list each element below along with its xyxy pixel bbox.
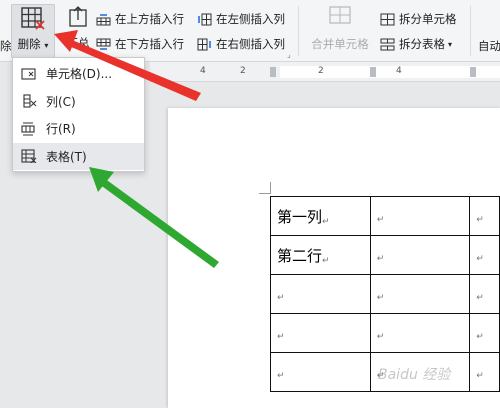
table-cell[interactable]: 第一列↵	[270, 196, 371, 236]
insert-column-left-button[interactable]: 在左侧插入列	[197, 11, 285, 27]
page-margin-corner	[259, 182, 271, 194]
menu-item-label: 单元格(D)...	[46, 67, 113, 82]
insert-row-below-icon	[96, 38, 111, 50]
table-cell[interactable]: ↵	[369, 313, 471, 353]
table-cell[interactable]: ↵	[369, 196, 471, 236]
ruler-tick: 2	[318, 66, 324, 76]
insert-column-right-icon	[197, 38, 211, 50]
delete-button[interactable]: 删除 ▾	[11, 4, 55, 58]
paragraph-mark: ↵	[476, 371, 484, 381]
paragraph-mark: ↵	[476, 254, 484, 264]
table-cell[interactable]: ↵	[369, 274, 471, 314]
split-cells-label: 拆分单元格	[399, 12, 457, 26]
insert-row-above-icon	[96, 13, 111, 25]
paragraph-mark: ↵	[322, 255, 330, 266]
menu-item-delete-cell[interactable]: 单元格(D)...	[13, 60, 144, 88]
horizontal-ruler[interactable]: 4 2 2 4	[150, 62, 500, 82]
ruler-indent-marker[interactable]	[270, 67, 276, 77]
ruler-column-marker[interactable]	[370, 67, 376, 77]
delete-cell-icon	[21, 68, 36, 80]
split-cells-button[interactable]: 拆分单元格	[380, 11, 457, 27]
table-cell[interactable]: ↵	[469, 313, 500, 353]
table-cell[interactable]: ↵	[469, 196, 500, 236]
table-row: ↵ ↵ ↵	[270, 313, 500, 353]
split-table-button[interactable]: 拆分表格 ▾	[380, 36, 452, 52]
table-cell[interactable]: ↵	[270, 274, 371, 314]
table-cell[interactable]: ↵	[469, 235, 500, 275]
paragraph-mark: ↵	[376, 254, 385, 264]
ruler-tick: 4	[200, 66, 206, 76]
merge-cells-button[interactable]: 合并单元格	[308, 4, 372, 58]
table-row: ↵ ↵ ↵	[270, 274, 500, 314]
group-expand-icon[interactable]: ⌟	[287, 50, 291, 59]
menu-item-delete-row[interactable]: 行(R)	[13, 115, 144, 143]
paragraph-mark: ↵	[277, 293, 285, 303]
paragraph-mark: ↵	[376, 332, 385, 342]
table-cell[interactable]: ↵	[270, 352, 371, 392]
ruler-tick: 2	[240, 66, 246, 76]
split-cells-icon	[380, 13, 395, 25]
ruler-column-marker[interactable]	[470, 67, 476, 77]
insert-column-left-icon	[198, 13, 212, 25]
chevron-down-icon: ▾	[44, 41, 49, 50]
ribbon-separator	[470, 6, 471, 56]
ribbon-toolbar: 除 删除 ▾ 汇总 在上方插入行 在下方插入行 在左侧插入列 在右侧插入列 ⌟ …	[0, 0, 500, 62]
menu-item-delete-column[interactable]: 列(C)	[13, 88, 144, 116]
delete-table-icon	[21, 7, 45, 30]
delete-dropdown-menu: 单元格(D)... 列(C) 行(R) 表格(T)	[12, 57, 145, 172]
watermark: Baidu 经验	[378, 367, 451, 383]
split-table-label: 拆分表格	[399, 37, 445, 51]
menu-item-delete-table[interactable]: 表格(T)	[13, 142, 144, 170]
menu-item-label: 行(R)	[46, 122, 76, 137]
delete-row-icon	[21, 122, 35, 136]
table-cell[interactable]: 第二行↵	[270, 235, 371, 275]
insert-column-right-label: 在右侧插入列	[216, 37, 285, 51]
summary-label: 汇总	[66, 36, 90, 50]
paragraph-mark: ↵	[476, 332, 484, 342]
insert-row-above-label: 在上方插入行	[115, 12, 184, 26]
table-cell[interactable]: ↵	[270, 313, 371, 353]
chevron-down-icon: ▾	[448, 39, 453, 49]
ruler-text-area	[280, 66, 500, 78]
document-table[interactable]: 第一列↵ ↵ ↵ 第二行↵ ↵ ↵ ↵ ↵ ↵ ↵ ↵ ↵ ↵ ↵ ↵	[270, 196, 500, 392]
table-cell[interactable]: ↵	[469, 352, 500, 392]
menu-item-label: 列(C)	[46, 94, 76, 109]
merge-cells-icon	[329, 6, 351, 24]
ruler-tick: 4	[396, 66, 402, 76]
paragraph-mark: ↵	[277, 371, 285, 381]
delete-label: 删除	[17, 37, 41, 51]
paragraph-mark: ↵	[322, 216, 330, 227]
paragraph-mark: ↵	[376, 293, 385, 303]
paragraph-mark: ↵	[376, 215, 385, 225]
insert-row-below-label: 在下方插入行	[115, 37, 184, 51]
insert-row-above-button[interactable]: 在上方插入行	[96, 11, 184, 27]
menu-item-label: 表格(T)	[46, 149, 87, 164]
table-row: 第一列↵ ↵ ↵	[270, 196, 500, 236]
table-cell[interactable]: ↵	[469, 274, 500, 314]
summary-button[interactable]: 汇总	[57, 4, 99, 58]
table-row: 第二行↵ ↵ ↵	[270, 235, 500, 275]
paragraph-mark: ↵	[277, 332, 285, 342]
insert-row-below-button[interactable]: 在下方插入行	[96, 36, 184, 52]
delete-column-icon	[23, 94, 37, 108]
insert-column-left-label: 在左侧插入列	[216, 12, 285, 26]
delete-table-icon	[21, 149, 37, 164]
split-table-icon	[380, 38, 395, 50]
table-cell[interactable]: ↵	[369, 235, 471, 275]
paragraph-mark: ↵	[476, 215, 484, 225]
auto-fit-button[interactable]: 自动	[478, 38, 500, 54]
ribbon-separator	[298, 6, 299, 56]
paragraph-mark: ↵	[476, 293, 484, 303]
merge-cells-label: 合并单元格	[311, 37, 369, 51]
insert-column-right-button[interactable]: 在右侧插入列	[197, 36, 285, 52]
ribbon-cut-off-label[interactable]: 除	[0, 38, 12, 54]
summary-icon	[69, 6, 87, 27]
